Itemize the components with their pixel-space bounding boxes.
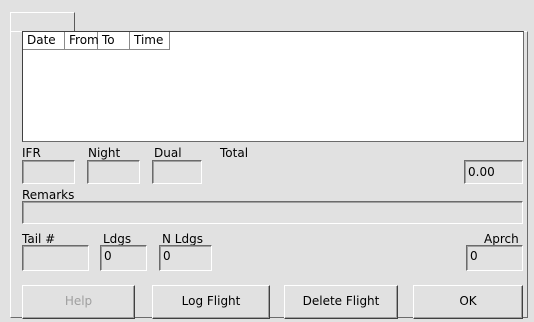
approaches-field[interactable]: 0 bbox=[466, 245, 523, 271]
n-ldgs-label: N Ldgs bbox=[162, 232, 203, 246]
column-header-time[interactable]: Time bbox=[130, 32, 170, 50]
aprch-label: Aprch bbox=[484, 232, 519, 246]
landings-field[interactable]: 0 bbox=[100, 245, 147, 271]
dual-field[interactable] bbox=[152, 160, 202, 184]
dual-label: Dual bbox=[154, 146, 182, 160]
tail-label: Tail # bbox=[22, 232, 56, 246]
ifr-label: IFR bbox=[22, 146, 41, 160]
total-label: Total bbox=[220, 146, 249, 160]
help-button[interactable]: Help bbox=[22, 285, 135, 319]
night-label: Night bbox=[88, 146, 121, 160]
column-header-to[interactable]: To bbox=[98, 32, 130, 50]
column-header-from[interactable]: From bbox=[65, 32, 99, 50]
remarks-field[interactable] bbox=[22, 201, 523, 224]
ldgs-label: Ldgs bbox=[103, 232, 132, 246]
remarks-label: Remarks bbox=[22, 188, 75, 202]
list-header: Date From To Time bbox=[23, 32, 170, 50]
ifr-field[interactable] bbox=[22, 160, 75, 184]
log-flight-button[interactable]: Log Flight bbox=[152, 285, 270, 319]
night-field[interactable] bbox=[87, 160, 140, 184]
night-landings-field[interactable]: 0 bbox=[159, 245, 212, 271]
tab[interactable] bbox=[10, 12, 75, 32]
column-header-date[interactable]: Date bbox=[23, 32, 65, 50]
flight-list[interactable]: Date From To Time bbox=[22, 31, 524, 142]
tail-number-field[interactable] bbox=[22, 245, 89, 271]
list-body[interactable] bbox=[23, 50, 523, 141]
total-field[interactable]: 0.00 bbox=[464, 160, 523, 184]
delete-flight-button[interactable]: Delete Flight bbox=[284, 285, 398, 319]
ok-button[interactable]: OK bbox=[413, 285, 523, 319]
